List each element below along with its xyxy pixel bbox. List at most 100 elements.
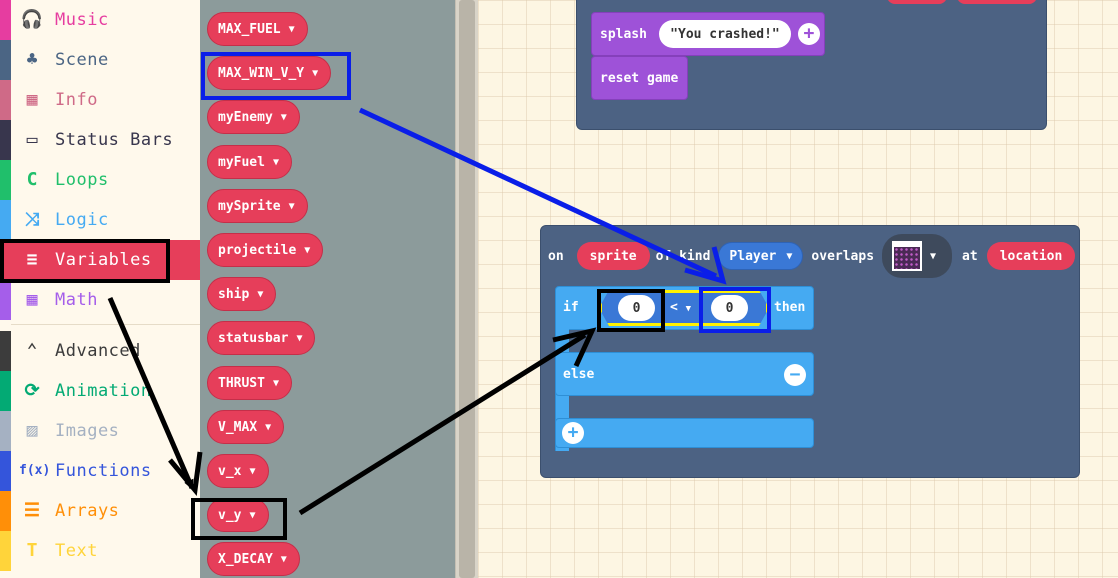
variable-block-mysprite[interactable]: mySprite ▼: [207, 189, 308, 223]
category-divider: [11, 324, 200, 325]
variable-name: V_MAX: [218, 419, 258, 435]
tile-picker[interactable]: ▼: [882, 234, 953, 278]
splash-text-input[interactable]: "You crashed!": [658, 20, 791, 48]
category-label: Images: [55, 421, 120, 441]
plus-icon: +: [803, 23, 815, 44]
splash-keyword: splash: [600, 26, 647, 42]
variable-block-projectile[interactable]: projectile ▼: [207, 233, 324, 267]
variable-name: myEnemy: [218, 109, 273, 125]
chevron-down-icon[interactable]: ▼: [296, 333, 302, 344]
chevron-down-icon[interactable]: ▼: [289, 201, 295, 212]
splash-block[interactable]: splash "You crashed!" +: [591, 12, 825, 56]
category-color-stripe: [0, 371, 11, 411]
block-workspace[interactable]: splash "You crashed!" + reset game on sp…: [478, 0, 1118, 578]
then-keyword: then: [774, 300, 806, 315]
category-loops[interactable]: C Loops: [0, 160, 200, 200]
category-text[interactable]: T Text: [0, 531, 200, 571]
tile-image-icon: [892, 241, 923, 271]
variable-name: mySprite: [218, 198, 281, 214]
category-status-bars[interactable]: ▭ Status Bars: [0, 120, 200, 160]
sprite-variable-dropdown[interactable]: sprite: [576, 242, 650, 270]
category-label: Info: [55, 90, 98, 110]
variable-block-myfuel[interactable]: myFuel ▼: [207, 145, 292, 179]
text-icon: T: [26, 540, 38, 561]
chevron-down-icon[interactable]: ▼: [281, 112, 287, 123]
operator-value: <: [670, 300, 678, 315]
scrollbar-thumb[interactable]: [459, 0, 475, 578]
variable-name: projectile: [218, 242, 297, 258]
functions-icon: f(x): [19, 463, 51, 478]
if-keyword: if: [563, 300, 579, 315]
chevron-down-icon[interactable]: ▼: [273, 378, 279, 389]
chevron-down-icon[interactable]: ▼: [289, 24, 295, 35]
category-color-stripe: [0, 160, 11, 200]
kind-dropdown[interactable]: Player ▼: [718, 242, 804, 270]
category-color-stripe: [0, 491, 11, 531]
logic-icon: ⤨: [24, 209, 40, 230]
variable-block-thrust[interactable]: THRUST ▼: [207, 366, 292, 400]
chevron-down-icon[interactable]: ▼: [249, 466, 255, 477]
variable-block-x_decay[interactable]: X_DECAY ▼: [207, 542, 300, 576]
variable-block-statusbar[interactable]: statusbar ▼: [207, 321, 316, 355]
category-label: Functions: [55, 461, 152, 481]
variable-block-max_fuel[interactable]: MAX_FUEL ▼: [207, 12, 308, 46]
chevron-down-icon[interactable]: ▼: [304, 245, 310, 256]
if-else-block[interactable]: if 0 < ▼ 0 then else − +: [555, 286, 814, 451]
category-label: Loops: [55, 170, 109, 190]
category-color-stripe: [0, 120, 11, 160]
else-keyword: else: [563, 367, 595, 382]
category-label: Status Bars: [55, 130, 174, 150]
variable-block-myenemy[interactable]: myEnemy ▼: [207, 100, 300, 134]
category-scene[interactable]: ♣ Scene: [0, 40, 200, 80]
chevron-down-icon[interactable]: ▼: [265, 422, 271, 433]
info-icon: ▦: [26, 89, 38, 110]
flyout-scrollbar[interactable]: [455, 0, 478, 578]
else-remove-button[interactable]: −: [784, 364, 806, 386]
scene-icon: ♣: [26, 49, 38, 70]
category-info[interactable]: ▦ Info: [0, 80, 200, 120]
category-logic[interactable]: ⤨ Logic: [0, 200, 200, 240]
category-images[interactable]: ▨ Images: [0, 411, 200, 451]
splash-add-button[interactable]: +: [797, 23, 820, 45]
variable-block-v_max[interactable]: V_MAX ▼: [207, 410, 285, 444]
max-win-v-y-highlight-box: [201, 52, 351, 100]
category-label: Music: [55, 10, 109, 30]
variable-name: myFuel: [218, 154, 265, 170]
chevron-down-icon[interactable]: ▼: [257, 289, 263, 300]
plus-icon: +: [567, 422, 579, 443]
category-math[interactable]: ▦ Math: [0, 280, 200, 320]
reset-game-block[interactable]: reset game: [591, 56, 688, 100]
on-keyword: on: [548, 248, 564, 264]
chevron-down-icon: ▼: [786, 250, 793, 262]
variable-block-v_x[interactable]: v_x ▼: [207, 454, 269, 488]
minus-icon: −: [789, 364, 801, 385]
category-label: Text: [55, 541, 98, 561]
chevron-down-icon[interactable]: ▼: [273, 157, 279, 168]
variable-name: statusbar: [218, 330, 289, 346]
loops-icon: C: [26, 169, 38, 190]
category-color-stripe: [0, 200, 11, 240]
category-color-stripe: [0, 331, 11, 371]
chevron-down-icon[interactable]: ▼: [281, 554, 287, 565]
variable-block-ship[interactable]: ship ▼: [207, 277, 277, 311]
category-advanced[interactable]: ⌃ Advanced: [0, 331, 200, 371]
location-variable-dropdown[interactable]: location: [986, 242, 1076, 270]
overlaps-label: overlaps: [811, 248, 875, 264]
category-label: Math: [55, 290, 98, 310]
animation-icon: ⟳: [24, 380, 40, 401]
category-functions[interactable]: f(x) Functions: [0, 451, 200, 491]
operator-dropdown[interactable]: < ▼: [670, 300, 691, 315]
category-label: Advanced: [55, 341, 141, 361]
category-color-stripe: [0, 531, 11, 571]
if-add-button[interactable]: +: [562, 422, 584, 444]
left-operand-highlight-box: [597, 289, 665, 332]
music-icon: 🎧: [20, 9, 44, 30]
category-label: Logic: [55, 210, 109, 230]
category-music[interactable]: 🎧 Music: [0, 0, 200, 40]
of-kind-label: of kind: [655, 248, 711, 264]
category-arrays[interactable]: ☰ Arrays: [0, 491, 200, 531]
category-animation[interactable]: ⟳ Animation: [0, 371, 200, 411]
math-icon: ▦: [26, 289, 38, 310]
category-color-stripe: [0, 280, 11, 320]
variable-name: THRUST: [218, 375, 265, 391]
